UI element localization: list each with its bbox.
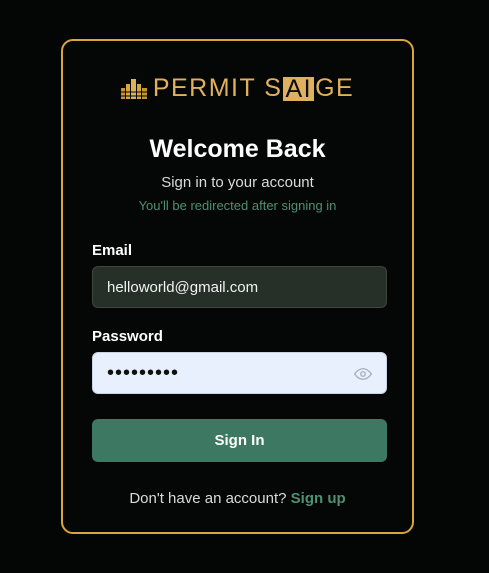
email-label: Email — [92, 242, 133, 259]
eye-icon[interactable] — [354, 365, 372, 383]
signup-prompt-text: Don't have an account? — [129, 490, 287, 507]
sign-in-button[interactable]: Sign In — [92, 419, 387, 462]
email-value: helloworld@gmail.com — [107, 278, 259, 296]
brand-name-ai: AI — [283, 74, 315, 103]
brand-name-pre: PERMIT S — [152, 74, 283, 102]
page-title: Welcome Back — [149, 135, 326, 163]
redirect-note: You'll be redirected after signing in — [138, 198, 337, 213]
brand-name: PERMIT S AI GE — [152, 74, 355, 103]
login-card: PERMIT S AI GE Welcome Back Sign in to you… — [61, 39, 414, 534]
building-bars-icon — [120, 78, 147, 99]
brand-name-post: GE — [315, 74, 355, 102]
email-field[interactable]: helloworld@gmail.com — [92, 266, 387, 308]
password-value: ••••••••• — [107, 361, 180, 384]
page-subtitle: Sign in to your account — [161, 174, 314, 191]
signup-prompt: Don't have an account? Sign up — [63, 490, 412, 507]
password-field[interactable]: ••••••••• — [92, 352, 387, 394]
password-label: Password — [92, 328, 163, 345]
brand-logo: PERMIT S AI GE — [63, 76, 412, 101]
sign-up-link[interactable]: Sign up — [291, 490, 346, 507]
